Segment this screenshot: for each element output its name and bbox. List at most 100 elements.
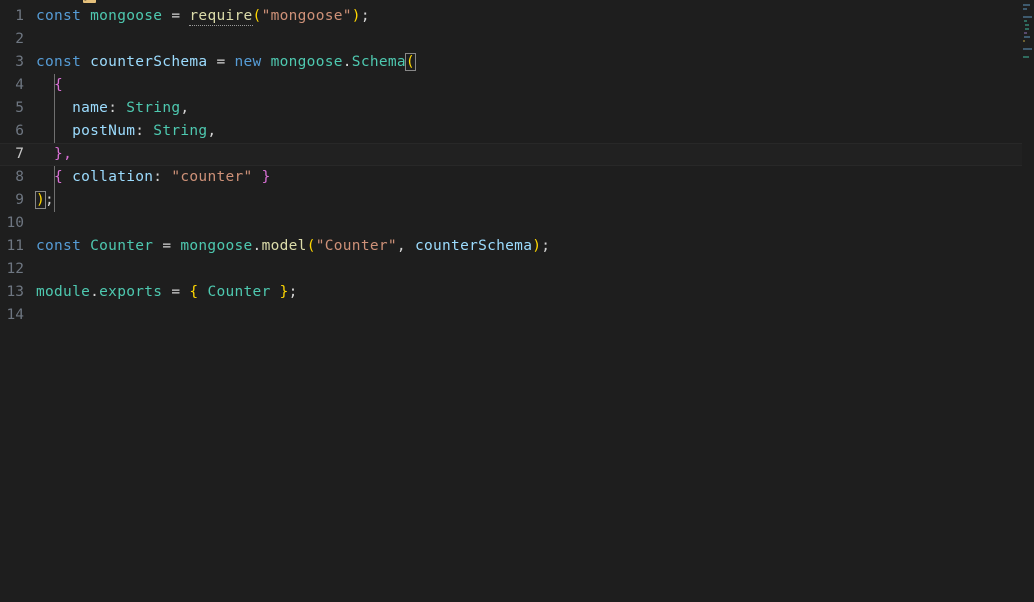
minimap-line [1025,24,1029,26]
token-brace-close: } [261,169,271,185]
code-row[interactable]: 14 [0,304,1034,327]
token-function-model: model [261,238,307,254]
token-brace-open: { [189,284,199,300]
code-line-13: module.exports = { Counter }; [36,281,298,304]
token-type-string: String [153,123,208,139]
minimap-line [1023,48,1032,50]
token-keyword-const: const [36,8,82,24]
breadcrumb-separator: > [69,0,78,1]
code-row[interactable]: 5 name: String, [0,97,1034,120]
token-identifier-counter: Counter [90,238,154,254]
code-line-5: name: String, [36,97,189,120]
minimap-line [1023,8,1027,10]
token-comma: , [63,146,73,162]
line-number[interactable]: 11 [0,235,24,258]
token-semicolon: ; [541,238,551,254]
line-number[interactable]: 13 [0,281,24,304]
code-line-6: postNum: String, [36,120,216,143]
token-comma: , [180,100,190,116]
code-line-8: { collation: "counter" } [36,166,271,189]
line-number[interactable]: 12 [0,258,24,281]
token-operator-assign: = [171,8,181,24]
code-row[interactable]: 11 const Counter = mongoose.model("Count… [0,235,1034,258]
line-number[interactable]: 4 [0,74,24,97]
token-comma: , [207,123,217,139]
breadcrumb-separator: > [165,0,174,1]
token-type-string: String [126,100,181,116]
line-number[interactable]: 9 [0,189,24,212]
code-row[interactable]: 4 { [0,74,1034,97]
line-number[interactable]: 8 [0,166,24,189]
token-keyword-new: new [234,54,262,70]
token-brace-open: { [54,169,64,185]
token-property-name: name [72,100,109,116]
code-line-3: const counterSchema = new mongoose.Schem… [36,51,416,74]
token-property-collation: collation [72,169,154,185]
breadcrumb-item-counter-schema[interactable]: counterSchema [179,0,289,1]
minimap-line [1024,20,1027,22]
breadcrumb-item-models[interactable]: models [20,0,64,1]
token-identifier-mongoose: mongoose [180,238,253,254]
code-row[interactable]: 1 const mongoose = require("mongoose"); [0,5,1034,28]
code-row[interactable]: 12 [0,258,1034,281]
token-semicolon: ; [45,192,55,208]
minimap-line [1023,16,1032,18]
minimap-line [1024,32,1027,34]
token-bracket-match-open: ( [404,53,416,71]
code-row[interactable]: 13 module.exports = { Counter }; [0,281,1034,304]
code-row[interactable]: 8 { collation: "counter" } [0,166,1034,189]
token-keyword-const: const [36,238,82,254]
token-paren-close: ) [532,238,542,254]
line-number[interactable]: 1 [0,5,24,28]
line-number[interactable]: 5 [0,97,24,120]
token-function-require[interactable]: require [189,8,253,26]
token-dot: . [252,238,262,254]
code-line-9: ); [34,189,55,212]
minimap[interactable] [1022,0,1034,602]
line-number-active[interactable]: 7 [0,144,24,165]
minimap-line [1023,40,1025,42]
code-line-4: { [36,74,63,97]
line-number[interactable]: 6 [0,120,24,143]
token-colon: : [135,123,145,139]
token-brace-close: } [54,146,64,162]
token-identifier-counterschema: counterSchema [414,238,533,254]
minimap-line [1024,36,1030,38]
code-editor[interactable]: 1 const mongoose = require("mongoose"); … [0,5,1034,602]
token-dot: . [342,54,352,70]
token-brace-close: } [279,284,289,300]
code-row[interactable]: 6 postNum: String, [0,120,1034,143]
token-identifier-schema: Schema [351,54,406,70]
minimap-line [1023,4,1030,6]
token-string-counter: "counter" [171,169,253,185]
code-row-current[interactable]: 7 }, [0,143,1034,166]
code-row[interactable]: 10 [0,212,1034,235]
token-paren-open: ( [306,238,316,254]
breadcrumb-item-counter-js[interactable]: JSCounter.js [82,0,160,3]
token-identifier-module: module [36,284,91,300]
code-line-1: const mongoose = require("mongoose"); [36,5,370,28]
token-identifier-counterschema: counterSchema [90,54,208,70]
token-brace-open: { [54,77,64,93]
token-colon: : [153,169,163,185]
line-number[interactable]: 3 [0,51,24,74]
breadcrumb-label-models: models [20,0,64,1]
code-row[interactable]: 9 ); [0,189,1034,212]
token-paren-close: ) [351,8,361,24]
line-number[interactable]: 2 [0,28,24,51]
breadcrumb-label-counter-schema: counterSchema [195,0,289,1]
line-number[interactable]: 14 [0,304,24,327]
token-paren-open: ( [252,8,262,24]
token-operator-assign: = [216,54,226,70]
js-file-icon: JS [82,0,96,3]
token-string-counter: "Counter" [315,238,397,254]
token-colon: : [108,100,118,116]
token-keyword-const: const [36,54,82,70]
token-identifier-exports: exports [99,284,163,300]
token-semicolon: ; [360,8,370,24]
code-row[interactable]: 2 [0,28,1034,51]
minimap-line [1025,28,1029,30]
line-number[interactable]: 10 [0,212,24,235]
code-row[interactable]: 3 const counterSchema = new mongoose.Sch… [0,51,1034,74]
token-bracket-match-close: ) [34,191,47,209]
